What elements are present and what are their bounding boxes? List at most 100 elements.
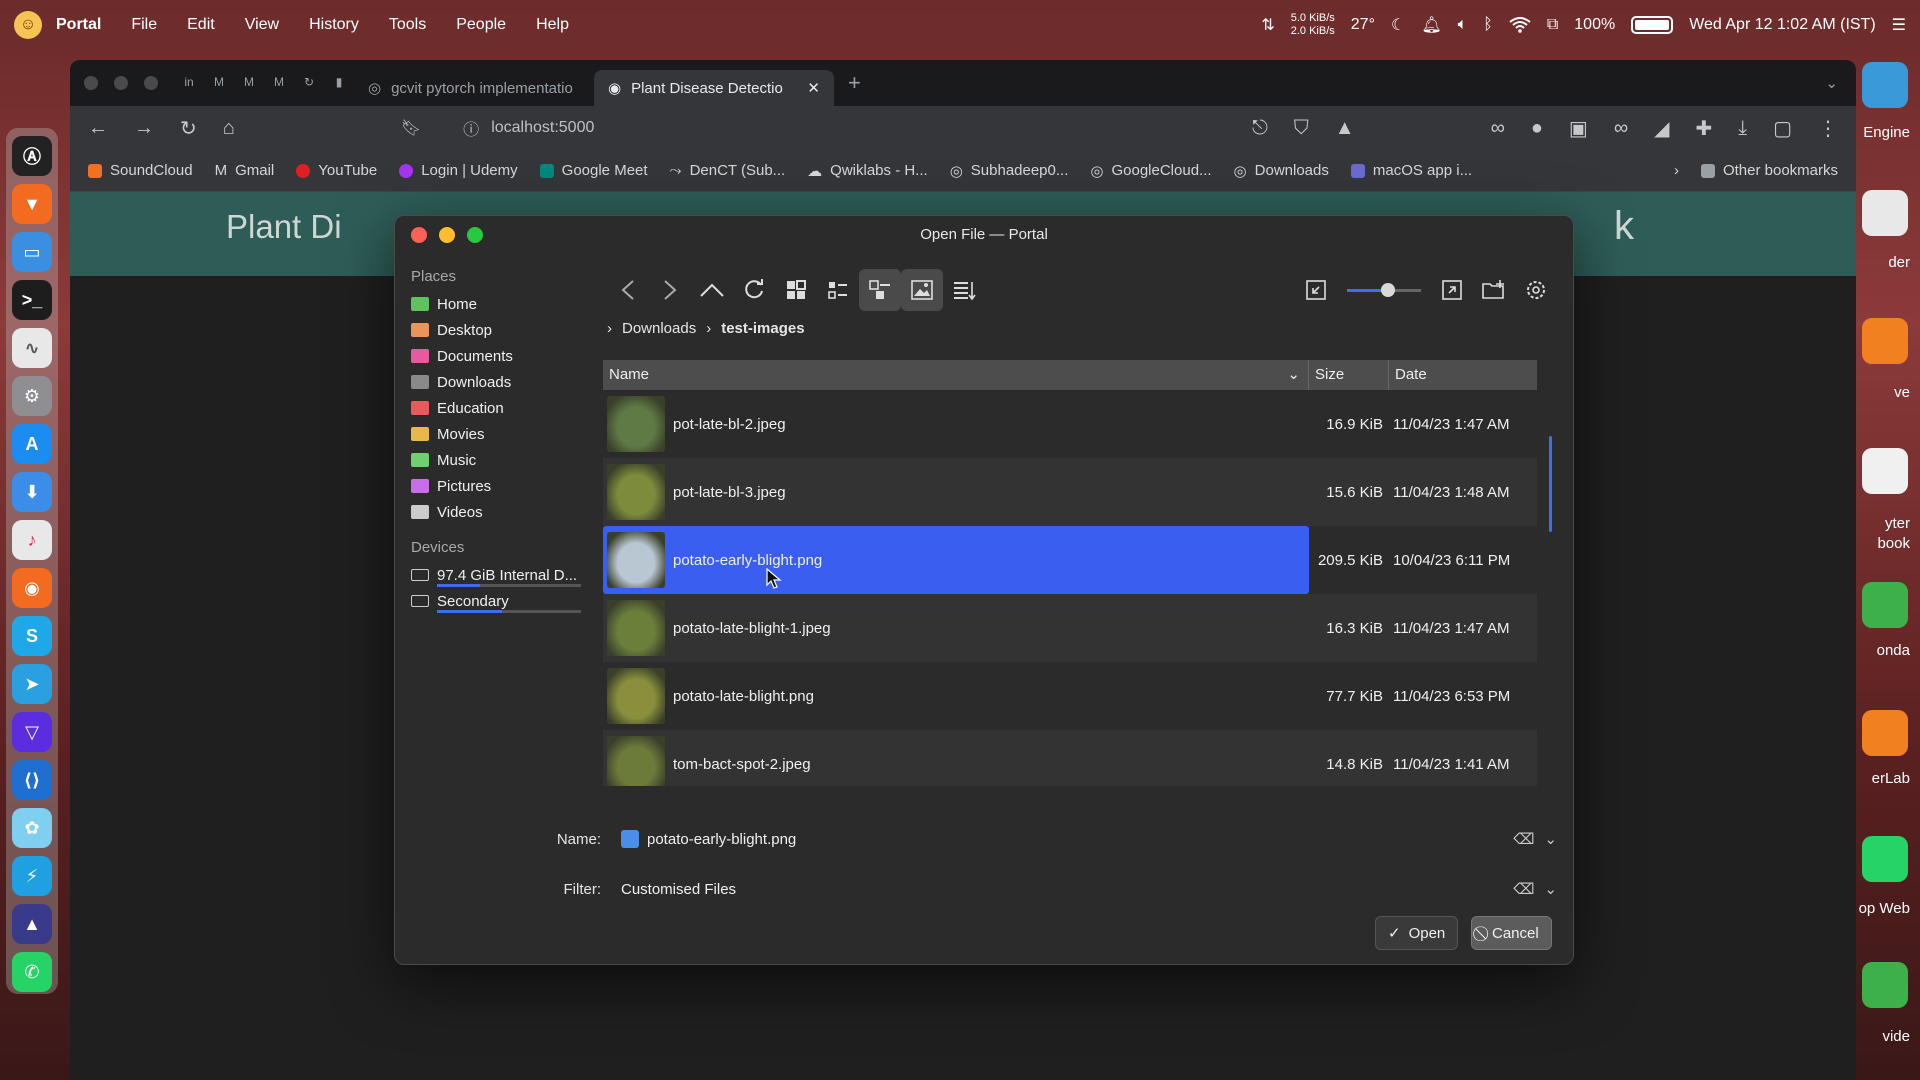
- menu-edit[interactable]: Edit: [187, 16, 215, 34]
- menu-people[interactable]: People: [456, 16, 506, 34]
- home-icon[interactable]: ⌂: [223, 117, 235, 140]
- app-menu[interactable]: Portal: [56, 16, 101, 34]
- desktop-app-icon[interactable]: [1862, 836, 1908, 882]
- menu-view[interactable]: View: [245, 16, 279, 34]
- battery-icon[interactable]: [1631, 16, 1674, 34]
- preview-icon[interactable]: [901, 269, 943, 311]
- sidebar-item-education[interactable]: Education: [411, 395, 581, 421]
- bell-icon[interactable]: 🔔︎: [1421, 15, 1441, 35]
- column-header-size[interactable]: Size: [1309, 360, 1389, 390]
- sidebar-item-videos[interactable]: Videos: [411, 499, 581, 525]
- info-icon[interactable]: ⓘ: [463, 116, 479, 140]
- file-row[interactable]: pot-late-bl-2.jpeg 16.9 KiB 11/04/23 1:47 …: [603, 390, 1537, 458]
- sidebar-item-documents[interactable]: Documents: [411, 343, 581, 369]
- tab-search-chevron-icon[interactable]: ⌄: [1825, 74, 1838, 92]
- desktop-label[interactable]: erLab: [1872, 770, 1910, 787]
- name-field-value[interactable]: potato-early-blight.png: [647, 831, 796, 848]
- terminal-icon[interactable]: >_: [12, 280, 52, 320]
- apple-logo-icon[interactable]: ☺: [14, 11, 42, 39]
- wifi-icon[interactable]: [1509, 17, 1531, 33]
- bluetooth-icon[interactable]: ᛒ: [1483, 16, 1493, 34]
- skype-icon[interactable]: S: [12, 616, 52, 656]
- filter-field-value[interactable]: Customised Files: [621, 881, 736, 898]
- file-list-scrollbar[interactable]: [1549, 436, 1552, 532]
- refresh-favicon-icon[interactable]: ↻: [301, 75, 317, 91]
- file-row[interactable]: pot-late-bl-3.jpeg 15.6 KiB 11/04/23 1:48 …: [603, 458, 1537, 526]
- tab-plant-disease[interactable]: ◉ Plant Disease Detectio ✕: [594, 70, 834, 106]
- file-row[interactable]: potato-late-blight-1.jpeg 16.3 KiB 11/04/2…: [603, 594, 1537, 662]
- gmail-icon[interactable]: M: [241, 75, 257, 91]
- sidebar-item-downloads[interactable]: Downloads: [411, 369, 581, 395]
- desktop-label[interactable]: Engine: [1863, 124, 1910, 141]
- open-button[interactable]: ✓ Open: [1375, 916, 1459, 950]
- share-icon[interactable]: ⎋: [1252, 117, 1268, 140]
- brave-shield-icon[interactable]: ⛉: [1294, 117, 1309, 140]
- brave-browser-icon[interactable]: ▼: [12, 184, 52, 224]
- desktop-app-icon[interactable]: [1862, 710, 1908, 756]
- bookmarks-overflow-icon[interactable]: ›: [1674, 162, 1679, 179]
- sidebar-item-pictures[interactable]: Pictures: [411, 473, 581, 499]
- clock[interactable]: Wed Apr 12 1:02 AM (IST): [1689, 16, 1875, 34]
- sidebar-item-desktop[interactable]: Desktop: [411, 317, 581, 343]
- browser-menu-icon[interactable]: ⋮: [1818, 116, 1838, 141]
- sidebar-device-item[interactable]: 97.4 GiB Internal D...: [411, 562, 581, 588]
- filter-field[interactable]: Customised Files: [621, 881, 1513, 898]
- extension-icon[interactable]: ◢: [1654, 116, 1669, 141]
- menu-history[interactable]: History: [309, 16, 359, 34]
- whatsapp-icon[interactable]: ✆: [12, 952, 52, 992]
- menu-file[interactable]: File: [131, 16, 157, 34]
- sidebar-item-home[interactable]: Home: [411, 291, 581, 317]
- affinity-icon[interactable]: ▲: [12, 904, 52, 944]
- new-folder-icon[interactable]: [1473, 269, 1515, 311]
- gmail-icon[interactable]: M: [211, 75, 227, 91]
- desktop-label[interactable]: yter book: [1877, 514, 1910, 554]
- parent-folder-icon[interactable]: [691, 269, 733, 311]
- back-icon[interactable]: [607, 269, 649, 311]
- close-dialog-button[interactable]: [411, 227, 427, 243]
- menu-tools[interactable]: Tools: [389, 16, 426, 34]
- extension-icon[interactable]: ▣: [1569, 116, 1588, 141]
- proton-vpn-icon[interactable]: ▽: [12, 712, 52, 752]
- clear-text-icon[interactable]: ⌫: [1513, 880, 1534, 898]
- bookmark-googlecloud[interactable]: ◎ GoogleCloud...: [1090, 162, 1211, 180]
- breadcrumb-test-images[interactable]: test-images: [721, 320, 804, 337]
- forward-icon[interactable]: [649, 269, 691, 311]
- desktop-app-icon[interactable]: [1862, 62, 1908, 108]
- system-settings-icon[interactable]: ⚙: [12, 376, 52, 416]
- desktop-app-icon[interactable]: [1862, 962, 1908, 1008]
- extension-icon[interactable]: ●: [1531, 117, 1543, 140]
- chevron-down-icon[interactable]: ⌄: [1544, 830, 1557, 848]
- bookmark-google-meet[interactable]: Google Meet: [539, 162, 648, 179]
- file-row[interactable]: potato-late-blight.png 77.7 KiB 11/04/23 6…: [603, 662, 1537, 730]
- zoom-window-button[interactable]: [144, 76, 158, 90]
- desktop-app-icon[interactable]: [1862, 190, 1908, 236]
- minimize-window-button[interactable]: [114, 76, 128, 90]
- file-row[interactable]: tom-bact-spot-2.jpeg 14.8 KiB 11/04/23 1:4…: [603, 730, 1537, 786]
- icon-view-icon[interactable]: [775, 269, 817, 311]
- close-tab-icon[interactable]: ✕: [807, 79, 820, 97]
- control-center-icon[interactable]: ⧉: [1547, 16, 1558, 34]
- shrink-icon[interactable]: [1295, 269, 1337, 311]
- desktop-label[interactable]: ve: [1894, 384, 1910, 401]
- activity-monitor-icon[interactable]: ∿: [12, 328, 52, 368]
- app-store-logo-icon[interactable]: Ⓐ: [12, 136, 52, 176]
- desktop-app-icon[interactable]: [1862, 318, 1908, 364]
- minimize-dialog-button[interactable]: [439, 227, 455, 243]
- compact-view-icon[interactable]: [817, 269, 859, 311]
- temperature[interactable]: 27°: [1351, 16, 1375, 34]
- tab-gcvit[interactable]: ◎ gcvit pytorch implementatio: [354, 70, 594, 106]
- gmail-icon[interactable]: M: [271, 75, 287, 91]
- volume-icon[interactable]: 🔈︎: [1458, 16, 1468, 34]
- music-icon[interactable]: ♪: [12, 520, 52, 560]
- back-icon[interactable]: ←: [88, 117, 108, 140]
- app-store-icon[interactable]: A: [12, 424, 52, 464]
- address-bar[interactable]: 🔖︎ ⓘ localhost:5000: [401, 116, 595, 140]
- bookmark-qwiklabs[interactable]: ☁ Qwiklabs - H...: [807, 162, 928, 180]
- finder-icon[interactable]: ▭: [12, 232, 52, 272]
- url-text[interactable]: localhost:5000: [491, 119, 594, 137]
- sort-chevron-down-icon[interactable]: ⌄: [1287, 360, 1300, 390]
- name-field[interactable]: potato-early-blight.png: [621, 830, 1513, 848]
- settings-gear-icon[interactable]: [1515, 269, 1557, 311]
- desktop-app-icon[interactable]: [1862, 448, 1908, 494]
- column-header-name[interactable]: Name ⌄: [603, 360, 1309, 390]
